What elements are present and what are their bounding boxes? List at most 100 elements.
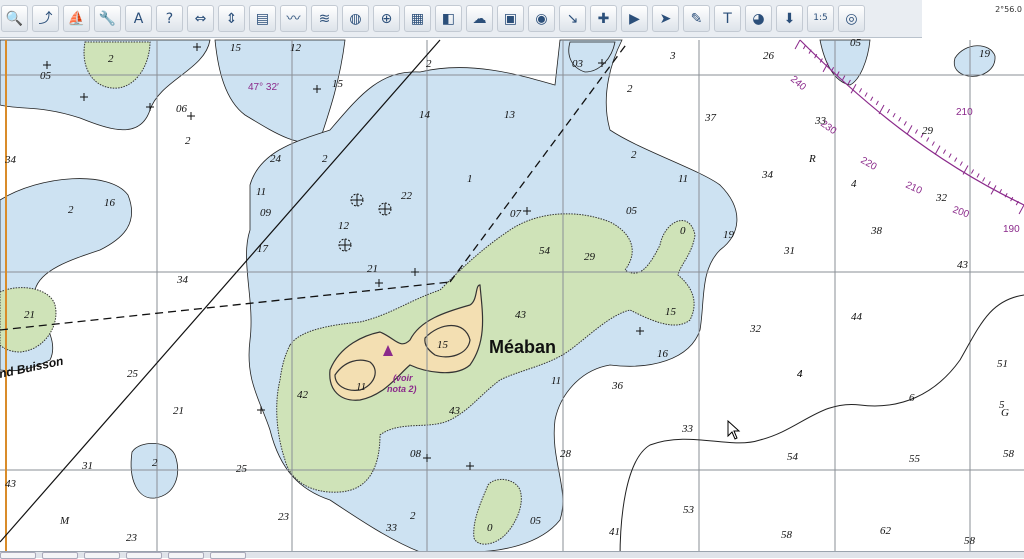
depth-sounding: 33 xyxy=(385,522,398,534)
satellite-map-button[interactable]: ▦ xyxy=(404,5,431,32)
summit-height: 15 xyxy=(437,339,449,351)
scale-button[interactable]: 1:5 xyxy=(807,5,834,32)
peak-height: 11 xyxy=(356,381,366,393)
route-icon: ⤴ xyxy=(38,10,53,27)
download-icon: ⬇ xyxy=(783,10,796,27)
pencil-button[interactable]: ✎ xyxy=(683,5,710,32)
weather-button[interactable]: ☁ xyxy=(466,5,493,32)
zoom-icon: 🔍 xyxy=(5,10,24,27)
globe-button[interactable]: ◍ xyxy=(342,5,369,32)
depth-sounding: 58 xyxy=(964,535,976,547)
text-box-button[interactable]: T xyxy=(714,5,741,32)
depth-sounding: 05 xyxy=(626,205,638,217)
navigation-button[interactable]: ✚ xyxy=(590,5,617,32)
depth-sounding: 4 xyxy=(797,368,803,380)
settings-wrench-icon: 🔧 xyxy=(98,10,117,27)
play-route-button[interactable]: ▶ xyxy=(621,5,648,32)
target-button[interactable]: ⊕ xyxy=(373,5,400,32)
depth-sounding: 2 xyxy=(410,510,416,522)
depth-sounding: 23 xyxy=(126,532,138,544)
scale-icon: 1:5 xyxy=(813,13,828,23)
track-button[interactable]: 〰 xyxy=(280,5,307,32)
depth-sounding: 03 xyxy=(572,58,584,70)
depth-sounding: 0 xyxy=(487,522,493,534)
depth-sounding: 28 xyxy=(560,448,572,460)
text-box-icon: T xyxy=(723,10,732,27)
horizontal-resize-button[interactable]: ⇔ xyxy=(187,5,214,32)
depth-sounding: 05 xyxy=(40,70,52,82)
route-button[interactable]: ⤴ xyxy=(32,5,59,32)
horizontal-resize-icon: ⇔ xyxy=(194,10,207,27)
depth-sounding: 53 xyxy=(683,504,695,516)
depth-sounding: 29 xyxy=(922,125,934,137)
seabed-letter: G xyxy=(1001,407,1009,419)
settings-wrench-button[interactable]: 🔧 xyxy=(94,5,121,32)
text-annotate-button[interactable]: A xyxy=(125,5,152,32)
depth-sounding: 15 xyxy=(665,306,677,318)
lifebuoy-icon: ◎ xyxy=(845,10,858,27)
depth-sounding: 32 xyxy=(935,192,948,204)
depth-sounding: 44 xyxy=(851,311,863,323)
depth-sounding: 06 xyxy=(176,103,188,115)
toolbar: 🔍 ⤴ ⛵ 🔧 A? ⇔ ⇕ ▤ 〰 ≋ ◍ ⊕ ▦ ◧ ☁ ▣ ◉ ↘ ✚ ▶ ➤ ✎ T ◕ ⬇ 1:5 ◎ xyxy=(0,0,922,38)
layers-button[interactable]: ◧ xyxy=(435,5,462,32)
tide-button[interactable]: ≋ xyxy=(311,5,338,32)
depth-sounding: 62 xyxy=(880,525,892,537)
depth-sounding: 55 xyxy=(909,453,921,465)
depth-sounding: 12 xyxy=(290,42,302,54)
depth-sounding: 11 xyxy=(551,375,561,387)
depth-sounding: 33 xyxy=(681,423,694,435)
depth-sounding: 26 xyxy=(763,50,775,62)
vertical-resize-button[interactable]: ⇕ xyxy=(218,5,245,32)
depth-sounding: 2 xyxy=(68,204,74,216)
depth-sounding: 21 xyxy=(24,309,35,321)
depth-sounding: 34 xyxy=(176,274,189,286)
chart-report-button[interactable]: ▤ xyxy=(249,5,276,32)
satellite-map-icon: ▦ xyxy=(410,10,425,27)
radar-icon: ◉ xyxy=(535,10,548,27)
depth-sounding: 2 xyxy=(108,53,114,65)
photo-button[interactable]: ▣ xyxy=(497,5,524,32)
depth-sounding: 12 xyxy=(338,220,350,232)
nautical-chart[interactable]: 240 230 220 210 200 190 210 20515 1215062… xyxy=(0,0,1024,558)
depth-sounding: 43 xyxy=(5,478,17,490)
depth-sounding: 11 xyxy=(678,173,688,185)
target-icon: ⊕ xyxy=(380,10,393,27)
question-button[interactable]: ? xyxy=(156,5,183,32)
depth-sounding: 21 xyxy=(367,263,378,275)
depth-sounding: 38 xyxy=(870,225,883,237)
zoom-button[interactable]: 🔍 xyxy=(1,5,28,32)
depth-sounding: 34 xyxy=(761,169,774,181)
waypoint-icon: ➤ xyxy=(659,10,672,27)
depth-sounding: 0 xyxy=(680,225,686,237)
depth-sounding: 05 xyxy=(530,515,542,527)
husky-button[interactable]: ◕ xyxy=(745,5,772,32)
depth-sounding: 25 xyxy=(127,368,139,380)
depth-sounding: 2 xyxy=(185,135,191,147)
pencil-icon: ✎ xyxy=(690,10,703,27)
bottom-bar xyxy=(0,551,1024,559)
depth-sounding: 34 xyxy=(4,154,17,166)
depth-sounding: 58 xyxy=(1003,448,1015,460)
depth-sounding: 58 xyxy=(781,529,793,541)
lifebuoy-button[interactable]: ◎ xyxy=(838,5,865,32)
weather-icon: ☁ xyxy=(472,10,487,27)
depth-sounding: 31 xyxy=(81,460,93,472)
layers-icon: ◧ xyxy=(441,10,456,27)
note-line-2: nota 2) xyxy=(387,384,417,394)
island-name: Méaban xyxy=(489,337,556,357)
download-button[interactable]: ⬇ xyxy=(776,5,803,32)
compass-label: 190 xyxy=(1003,224,1020,235)
depth-sounding: 54 xyxy=(787,451,799,463)
seabed-letter: M xyxy=(59,515,70,527)
depth-sounding: 2 xyxy=(152,457,158,469)
waypoint-button[interactable]: ➤ xyxy=(652,5,679,32)
compass-label: 210 xyxy=(956,107,973,118)
depth-sounding: 6 xyxy=(909,392,915,404)
coordinate-readout: 2°56.0 xyxy=(995,5,1022,14)
boat-button[interactable]: ⛵ xyxy=(63,5,90,32)
seabed-letter: R xyxy=(808,153,816,165)
radar-button[interactable]: ◉ xyxy=(528,5,555,32)
arrow-down-right-button[interactable]: ↘ xyxy=(559,5,586,32)
depth-sounding: 24 xyxy=(270,153,282,165)
